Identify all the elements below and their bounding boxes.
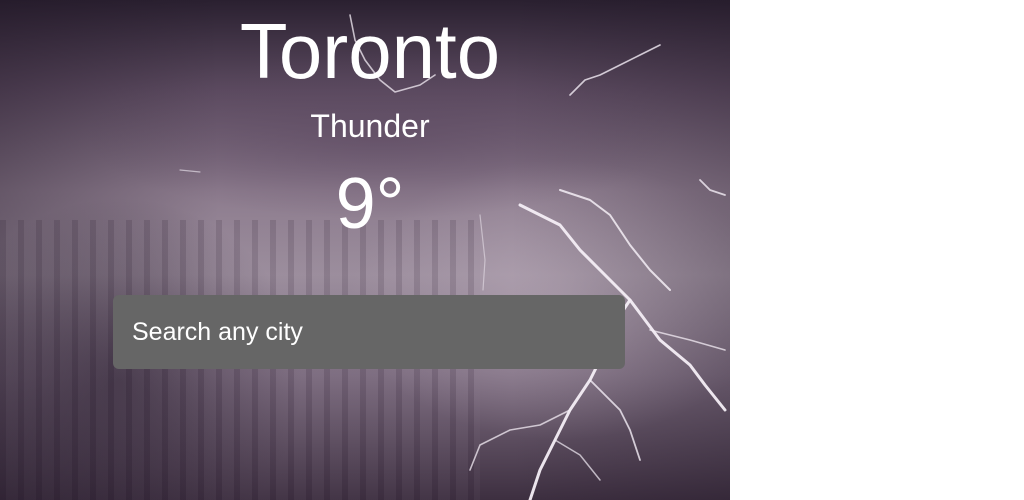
temperature-value: 9° xyxy=(335,164,405,244)
weather-panel: Toronto Thunder 9° xyxy=(0,0,730,500)
city-search-input[interactable] xyxy=(113,295,625,369)
city-name: Toronto xyxy=(239,7,501,95)
weather-condition: Thunder xyxy=(310,108,430,144)
